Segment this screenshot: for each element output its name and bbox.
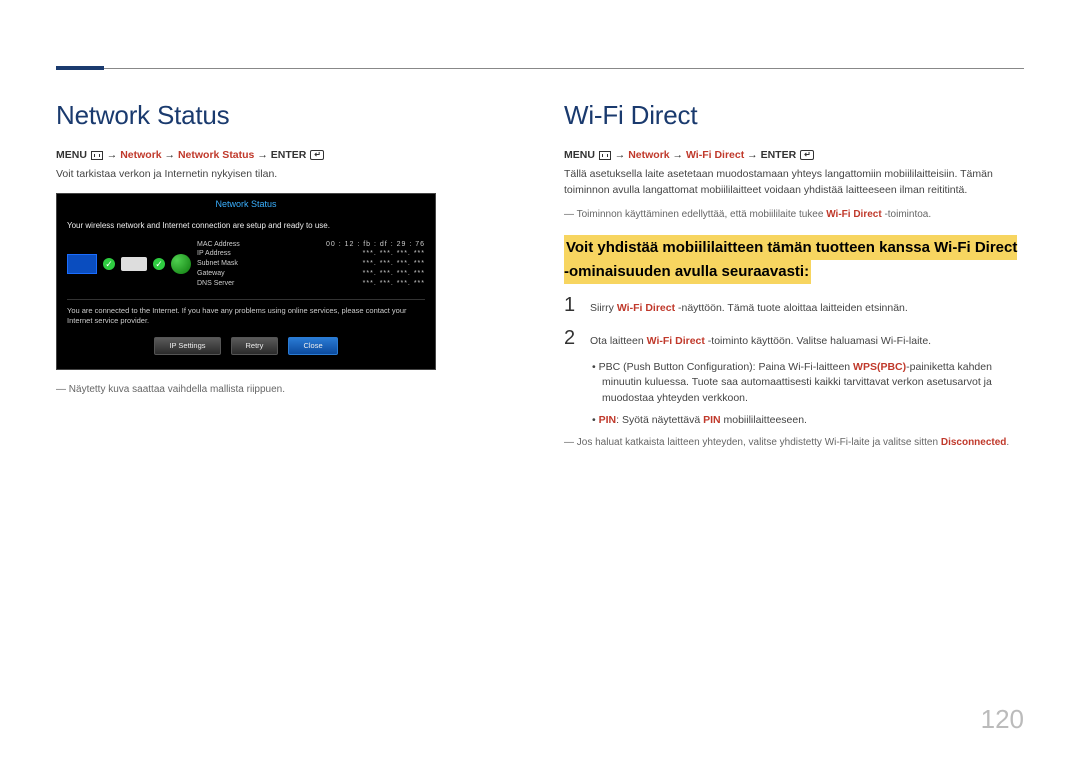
menu-network: Network [120, 149, 161, 161]
divider [67, 299, 425, 300]
bullet-pin: PIN: Syötä näytettävä PIN mobiililaittee… [590, 413, 1024, 429]
step-2: 2 Ota laitteen Wi-Fi Direct -toiminto kä… [564, 327, 1024, 350]
columns: Network Status MENU → Network → Network … [56, 100, 1024, 456]
enter-label: ENTER [761, 149, 797, 161]
menu-icon [599, 151, 611, 160]
globe-icon [171, 254, 191, 274]
ns-message: You are connected to the Internet. If yo… [67, 306, 425, 327]
highlight-heading: Voit yhdistää mobiililaitteen tämän tuot… [564, 235, 1017, 284]
bullet-pbc: PBC (Push Button Configuration): Paina W… [590, 360, 1024, 407]
step-1: 1 Siirry Wi-Fi Direct -näyttöön. Tämä tu… [564, 294, 1024, 317]
left-desc: Voit tarkistaa verkon ja Internetin nyky… [56, 167, 516, 183]
enter-icon [310, 150, 324, 160]
ns-status-line: Your wireless network and Internet conne… [67, 220, 425, 231]
tv-icon [67, 254, 97, 274]
menu-path-left: MENU → Network → Network Status → ENTER [56, 149, 516, 161]
ip-settings-button[interactable]: IP Settings [154, 337, 220, 356]
menu-label: MENU [56, 149, 90, 161]
enter-label: ENTER [271, 149, 307, 161]
check-icon: ✓ [153, 258, 165, 270]
page-number: 120 [981, 704, 1024, 735]
ns-button-row: IP Settings Retry Close [67, 337, 425, 360]
ns-body: Your wireless network and Internet conne… [57, 214, 435, 369]
network-status-window: Network Status Your wireless network and… [56, 193, 436, 370]
step-number: 1 [564, 294, 578, 317]
header-rule [56, 68, 1024, 69]
left-footnote: Näytetty kuva saattaa vaihdella mallista… [56, 382, 516, 397]
enter-icon [800, 150, 814, 160]
left-column: Network Status MENU → Network → Network … [56, 100, 516, 456]
header-accent [56, 66, 104, 70]
highlight-heading-wrap: Voit yhdistää mobiililaitteen tämän tuot… [564, 236, 1024, 284]
menu-item: Network Status [178, 149, 254, 161]
right-para1: Tällä asetuksella laite asetetaan muodos… [564, 167, 1024, 199]
menu-label: MENU [564, 149, 598, 161]
section-heading-wifi-direct: Wi-Fi Direct [564, 100, 1024, 131]
step-text: Ota laitteen Wi-Fi Direct -toiminto käyt… [590, 334, 1024, 350]
step-text: Siirry Wi-Fi Direct -näyttöön. Tämä tuot… [590, 301, 1024, 317]
retry-button[interactable]: Retry [231, 337, 279, 356]
ns-title: Network Status [57, 194, 435, 215]
manual-page: Network Status MENU → Network → Network … [0, 0, 1080, 763]
right-note2: Jos haluat katkaista laitteen yhteyden, … [564, 435, 1024, 450]
menu-icon [91, 151, 103, 160]
bullet-list: PBC (Push Button Configuration): Paina W… [590, 360, 1024, 429]
right-note1: Toiminnon käyttäminen edellyttää, että m… [564, 207, 1024, 222]
ns-graphic-row: ✓ ✓ MAC Address00 : 12 : fb : df : 29 : … [67, 240, 425, 289]
menu-path-right: MENU → Network → Wi-Fi Direct → ENTER [564, 149, 1024, 161]
ns-info-table: MAC Address00 : 12 : fb : df : 29 : 76 I… [197, 240, 425, 289]
check-icon: ✓ [103, 258, 115, 270]
menu-network: Network [628, 149, 669, 161]
router-icon [121, 257, 147, 271]
step-number: 2 [564, 327, 578, 350]
close-button[interactable]: Close [288, 337, 337, 356]
menu-item: Wi-Fi Direct [686, 149, 744, 161]
right-column: Wi-Fi Direct MENU → Network → Wi-Fi Dire… [564, 100, 1024, 456]
section-heading-network-status: Network Status [56, 100, 516, 131]
